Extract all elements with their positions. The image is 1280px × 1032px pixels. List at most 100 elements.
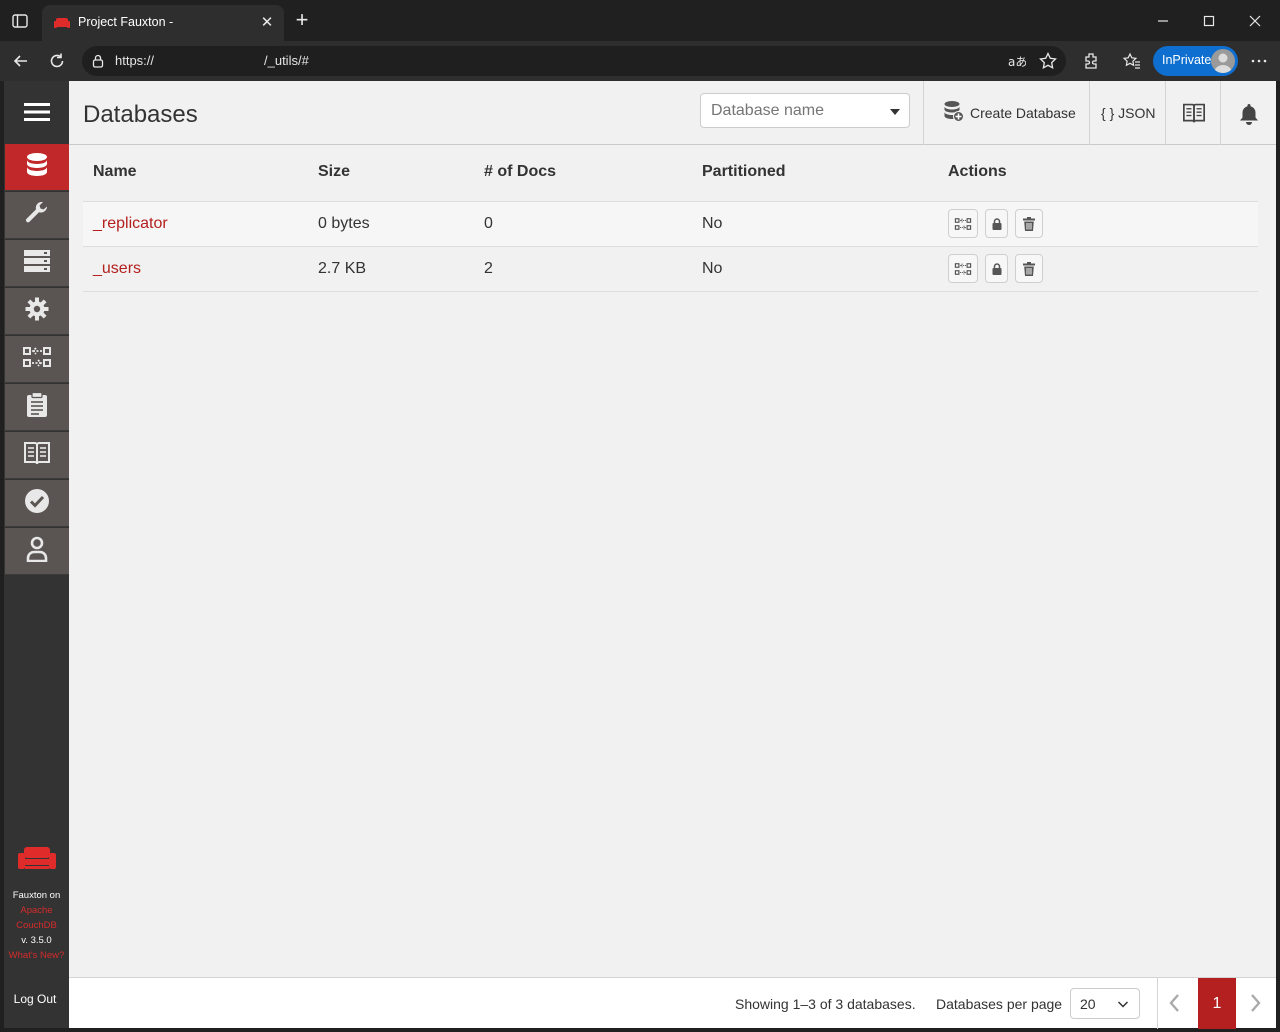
database-size: 0 bytes — [308, 200, 474, 246]
replicate-button[interactable] — [948, 209, 978, 238]
couch-favicon-icon — [54, 16, 70, 30]
couchdb-link[interactable]: CouchDB — [4, 918, 69, 933]
table-row: _replicator 0 bytes 0 No — [83, 200, 1258, 246]
header-divider — [923, 81, 924, 145]
sidebar-item-logs[interactable] — [5, 384, 69, 431]
replication-icon — [954, 217, 972, 230]
user-icon — [26, 536, 48, 567]
whats-new-link[interactable]: What's New? — [4, 948, 69, 963]
per-page-select[interactable]: 20 — [1070, 988, 1140, 1019]
trash-icon — [1023, 216, 1035, 231]
json-button[interactable]: { } JSON — [1101, 105, 1155, 121]
previous-page-icon[interactable] — [1165, 992, 1185, 1014]
version-label: v. 3.5.0 — [21, 935, 52, 946]
inprivate-button[interactable]: InPrivate — [1153, 46, 1238, 76]
sidebar-item-user[interactable] — [5, 528, 69, 575]
replicate-button[interactable] — [948, 254, 978, 283]
sidebar-item-databases[interactable] — [5, 144, 69, 191]
book-icon — [24, 441, 50, 470]
create-database-button[interactable]: Create Database — [944, 100, 1076, 127]
address-bar[interactable]: https:// /_utils/# aあ — [82, 46, 1066, 76]
column-header-name: Name — [93, 163, 137, 180]
minimize-icon[interactable] — [1152, 10, 1174, 32]
next-page-icon[interactable] — [1245, 992, 1265, 1014]
logout-link[interactable]: Log Out — [4, 992, 66, 1006]
permissions-button[interactable] — [985, 209, 1008, 238]
browser-tab[interactable]: Project Fauxton - ✕ — [42, 5, 284, 41]
check-circle-icon — [24, 488, 50, 519]
sidebar-item-documentation[interactable] — [5, 432, 69, 479]
brand-line-1: Fauxton on — [12, 890, 61, 901]
maximize-icon[interactable] — [1198, 10, 1220, 32]
current-page-button[interactable]: 1 — [1198, 978, 1236, 1029]
trash-icon — [1023, 261, 1035, 276]
sidebar-item-config[interactable] — [5, 288, 69, 335]
fauxton-app: Fauxton on Apache CouchDB v. 3.5.0 What'… — [4, 81, 1276, 1029]
database-add-icon — [944, 100, 964, 127]
lock-icon — [992, 262, 1001, 275]
caret-down-icon[interactable] — [890, 109, 900, 115]
gear-icon — [25, 297, 49, 326]
header-divider — [1165, 81, 1166, 145]
browser-titlebar: Project Fauxton - ✕ + — [0, 0, 1280, 41]
favorites-icon[interactable] — [1122, 51, 1142, 71]
sidebar-item-setup[interactable] — [5, 192, 69, 239]
database-size: 2.7 KB — [308, 245, 474, 292]
more-icon[interactable] — [1249, 51, 1269, 71]
sidebar-item-replication[interactable] — [5, 336, 69, 383]
close-window-icon[interactable] — [1244, 10, 1266, 32]
column-header-size: Size — [318, 163, 351, 180]
sidebar: Fauxton on Apache CouchDB v. 3.5.0 What'… — [4, 81, 69, 1028]
couchdb-logo-icon — [18, 845, 56, 873]
url-path: /_utils/# — [264, 53, 309, 68]
database-name-input[interactable] — [711, 102, 881, 120]
create-database-label: Create Database — [970, 105, 1076, 121]
favorite-star-icon[interactable] — [1038, 51, 1058, 71]
inprivate-label: InPrivate — [1162, 53, 1212, 67]
delete-database-button[interactable] — [1015, 254, 1043, 283]
browser-toolbar: https:// /_utils/# aあ InPrivate — [0, 41, 1280, 81]
server-icon — [24, 249, 50, 277]
database-partitioned: No — [692, 200, 938, 246]
database-link[interactable]: _replicator — [93, 215, 168, 232]
sidebar-item-verify[interactable] — [5, 480, 69, 527]
documentation-book-icon[interactable] — [1183, 102, 1205, 124]
notification-bell-icon[interactable] — [1238, 102, 1260, 125]
database-link[interactable]: _users — [93, 260, 141, 277]
column-header-partitioned: Partitioned — [702, 163, 786, 180]
per-page-value: 20 — [1080, 996, 1096, 1012]
tab-close-icon[interactable]: ✕ — [258, 14, 276, 32]
per-page-label: Databases per page — [936, 996, 1063, 1012]
header-divider — [1220, 81, 1221, 145]
refresh-icon[interactable] — [46, 50, 68, 72]
back-icon[interactable] — [10, 50, 32, 72]
profile-avatar-icon — [1211, 49, 1235, 73]
chevron-down-icon — [1117, 997, 1129, 1009]
clipboard-icon — [26, 391, 48, 423]
database-doc-count: 0 — [474, 200, 692, 246]
extensions-icon[interactable] — [1081, 51, 1101, 71]
apache-link[interactable]: Apache — [4, 903, 69, 918]
new-tab-icon[interactable]: + — [292, 9, 312, 31]
permissions-button[interactable] — [985, 254, 1008, 283]
replication-icon — [23, 345, 51, 374]
showing-count: Showing 1–3 of 3 databases. — [735, 996, 916, 1012]
lock-icon — [992, 217, 1001, 230]
database-jump-select[interactable] — [700, 93, 910, 128]
hamburger-menu-icon[interactable] — [4, 81, 69, 143]
pagination-divider — [1157, 978, 1158, 1029]
header-divider — [1089, 81, 1090, 145]
pagination-footer: Showing 1–3 of 3 databases. Databases pe… — [69, 977, 1276, 1029]
tab-title: Project Fauxton - — [78, 15, 174, 29]
svg-text:aあ: aあ — [1008, 55, 1026, 69]
delete-database-button[interactable] — [1015, 209, 1043, 238]
database-icon — [26, 152, 48, 183]
column-header-docs: # of Docs — [484, 163, 557, 180]
lock-icon[interactable] — [90, 53, 106, 69]
page-header: Databases Create Database { } JSON — [69, 81, 1276, 145]
read-aloud-icon[interactable]: aあ — [1006, 51, 1027, 71]
tab-actions-icon[interactable] — [10, 11, 30, 31]
databases-table: Name Size # of Docs Partitioned Actions … — [83, 145, 1258, 292]
table-header-row: Name Size # of Docs Partitioned Actions — [83, 145, 1258, 201]
sidebar-item-active-tasks[interactable] — [5, 240, 69, 287]
